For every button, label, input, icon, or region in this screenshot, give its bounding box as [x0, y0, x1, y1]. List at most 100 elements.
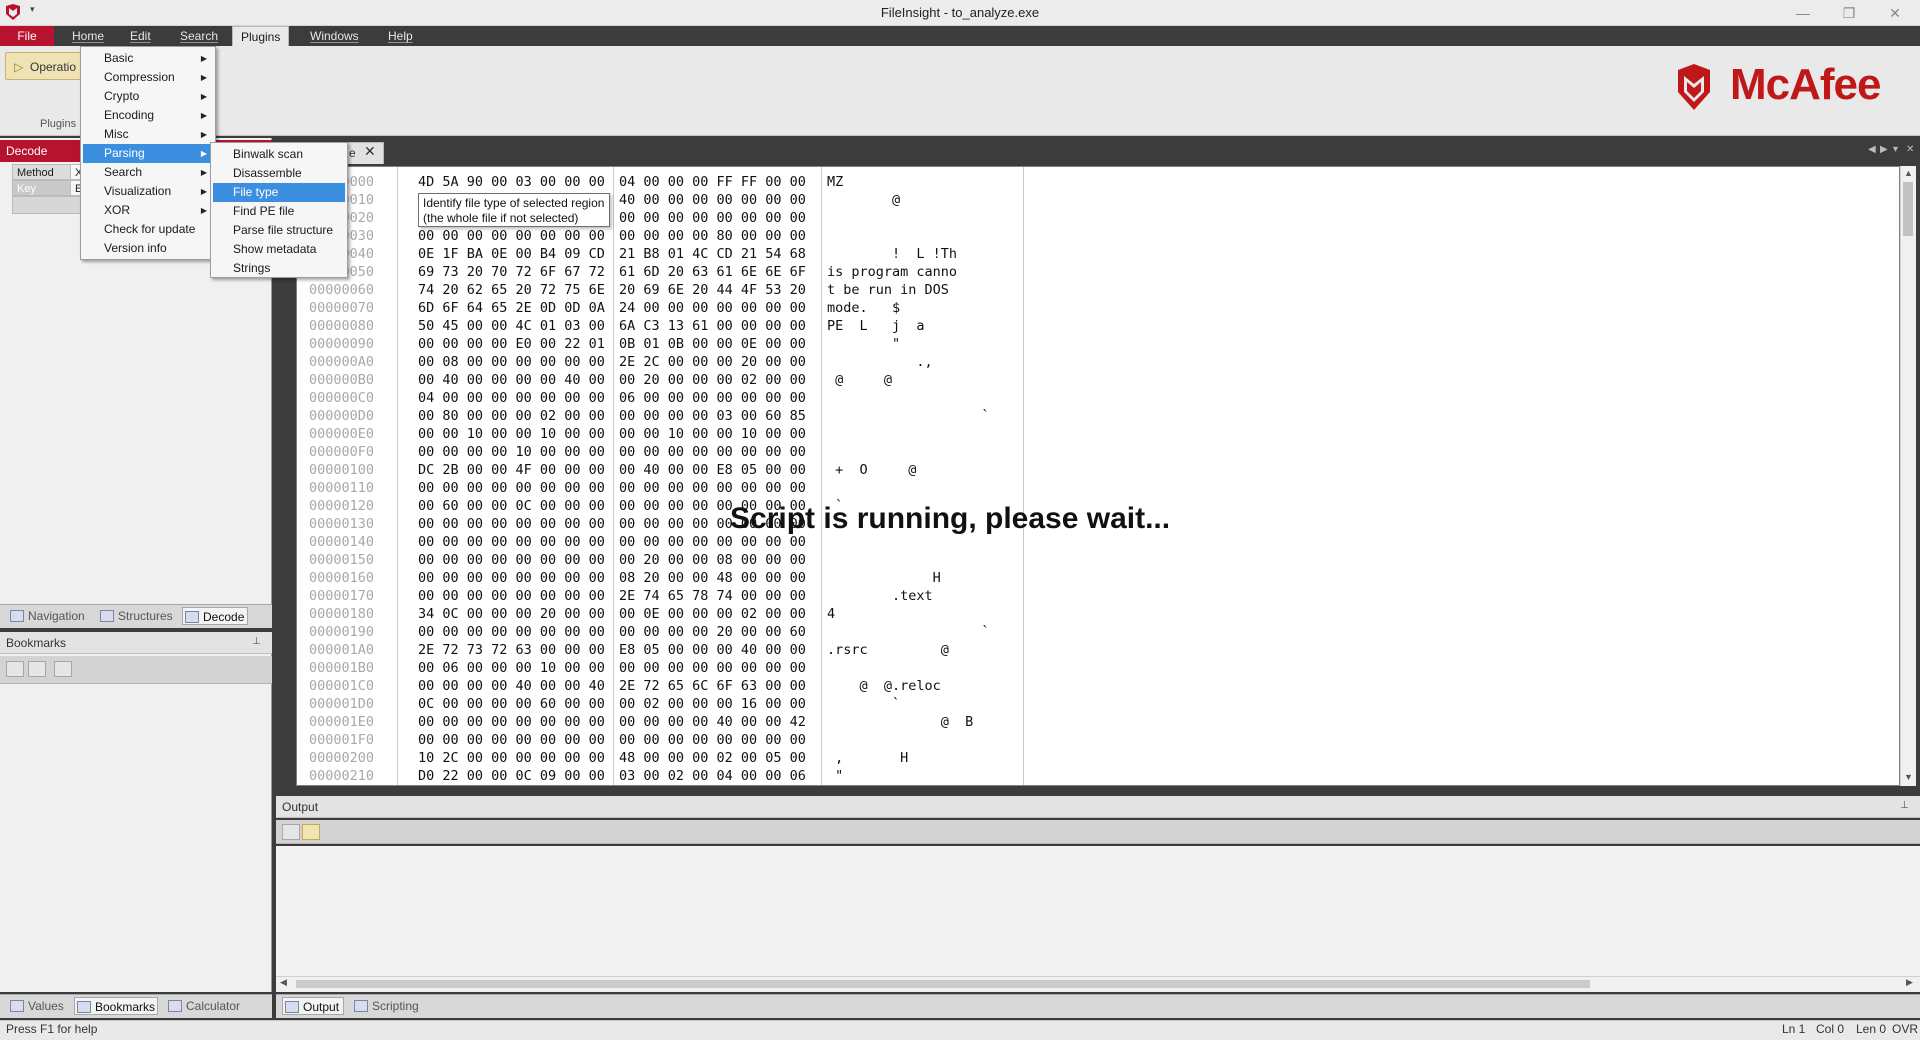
scroll-down-icon[interactable]: ▼: [1904, 772, 1913, 782]
close-tab-icon[interactable]: ✕: [364, 143, 376, 160]
parsing-menu-item-disassemble[interactable]: Disassemble: [213, 164, 345, 183]
hex-bytes-2: 00 40 00 00 E8 05 00 00: [619, 462, 806, 478]
parsing-menu-item-show-metadata[interactable]: Show metadata: [213, 240, 345, 259]
hex-row[interactable]: 00000060 74 20 62 65 20 72 75 6E 20 69 6E …: [297, 281, 1497, 299]
hex-row[interactable]: 000001A0 2E 72 73 72 63 00 00 00 E8 05 00 …: [297, 641, 1497, 659]
hex-row[interactable]: 000000400E 1F BA 0E 00 B4 09 CD21 B8 01 …: [297, 245, 1497, 263]
hex-view[interactable]: 000000004D 5A 90 00 03 00 00 0004 00 00 …: [296, 166, 1900, 786]
close-document-icon[interactable]: ✕: [1906, 144, 1914, 155]
tab-calculator[interactable]: Calculator: [166, 997, 252, 1015]
hex-row[interactable]: 00000170 00 00 00 00 00 00 00 00 2E 74 65 …: [297, 587, 1497, 605]
hex-row[interactable]: 0000005069 73 20 70 72 6F 67 7261 6D 20 …: [297, 263, 1497, 281]
hex-row[interactable]: 00000160 00 00 00 00 00 00 00 00 08 20 00 …: [297, 569, 1497, 587]
plugins-menu-item-crypto[interactable]: Crypto ▶: [83, 87, 213, 106]
hex-row[interactable]: 00000070 6D 6F 64 65 2E 0D 0D 0A 24 00 00 …: [297, 299, 1497, 317]
hex-row[interactable]: 000000B0 00 40 00 00 00 00 40 00 00 20 00 …: [297, 371, 1497, 389]
parsing-menu-item-find-pe-file[interactable]: Find PE file: [213, 202, 345, 221]
scroll-right-icon[interactable]: ▶: [1906, 977, 1913, 988]
close-button[interactable]: ✕: [1872, 0, 1918, 26]
find-bookmark-icon[interactable]: [54, 661, 72, 677]
output-text-area[interactable]: [276, 846, 1920, 976]
plugins-menu-item-basic[interactable]: Basic ▶: [83, 49, 213, 68]
scrollbar-thumb[interactable]: [1903, 182, 1913, 236]
plugins-menu-item-encoding[interactable]: Encoding ▶: [83, 106, 213, 125]
tab-values[interactable]: Values: [8, 997, 72, 1015]
hex-row[interactable]: 000000004D 5A 90 00 03 00 00 0004 00 00 …: [297, 173, 1497, 191]
hex-row[interactable]: 00000090 00 00 00 00 E0 00 22 01 0B 01 0B …: [297, 335, 1497, 353]
hex-row[interactable]: 00000220 00 00 00 00 00 00 00 00 00 00 00 …: [297, 785, 1497, 786]
operations-button[interactable]: ▷ Operatio: [5, 52, 83, 80]
hex-row[interactable]: 00000190 00 00 00 00 00 00 00 00 00 00 00 …: [297, 623, 1497, 641]
tab-scroll-left-icon[interactable]: ◀: [1868, 144, 1876, 155]
hex-row[interactable]: 00000200 10 2C 00 00 00 00 00 00 48 00 00 …: [297, 749, 1497, 767]
values-icon: [10, 1000, 24, 1012]
plugins-menu-item-compression[interactable]: Compression ▶: [83, 68, 213, 87]
tab-scripting[interactable]: Scripting: [352, 997, 432, 1015]
hex-row[interactable]: 00000080 50 45 00 00 4C 01 03 00 6A C3 13 …: [297, 317, 1497, 335]
output-pin-icon[interactable]: ⊥: [1900, 800, 1909, 811]
hex-row[interactable]: 00000110 00 00 00 00 00 00 00 00 00 00 00 …: [297, 479, 1497, 497]
status-mode: OVR: [1892, 1022, 1919, 1036]
output-scroll-thumb[interactable]: [296, 980, 1590, 988]
save-output-icon[interactable]: [282, 824, 300, 840]
hex-row[interactable]: 000000F0 00 00 00 00 10 00 00 00 00 00 00 …: [297, 443, 1497, 461]
hex-row[interactable]: 000000C0 04 00 00 00 00 00 00 00 06 00 00 …: [297, 389, 1497, 407]
minimize-button[interactable]: —: [1780, 0, 1826, 26]
hex-bytes-2: 40 00 00 00 00 00 00 00: [619, 192, 806, 208]
hex-offset: 000000F0: [309, 444, 375, 460]
scroll-up-icon[interactable]: ▲: [1904, 168, 1913, 178]
hex-bytes-1: 04 00 00 00 00 00 00 00: [418, 390, 605, 406]
hex-row[interactable]: 000001B0 00 06 00 00 00 10 00 00 00 00 00 …: [297, 659, 1497, 677]
hex-row[interactable]: 000000A0 00 08 00 00 00 00 00 00 2E 2C 00 …: [297, 353, 1497, 371]
hex-row[interactable]: 000000E0 00 00 10 00 00 10 00 00 00 00 10 …: [297, 425, 1497, 443]
parsing-menu-item-binwalk-scan[interactable]: Binwalk scan: [213, 145, 345, 164]
hex-row[interactable]: 0000003000 00 00 00 00 00 00 0000 00 00 …: [297, 227, 1497, 245]
menu-file[interactable]: File: [0, 26, 54, 46]
parsing-menu-item-strings[interactable]: Strings: [213, 259, 345, 278]
plugins-menu-item-check-for-update[interactable]: Check for update: [83, 220, 213, 239]
hex-row[interactable]: 00000210 D0 22 00 00 0C 09 00 00 03 00 02 …: [297, 767, 1497, 785]
hex-row[interactable]: 000000D0 00 80 00 00 00 02 00 00 00 00 00 …: [297, 407, 1497, 425]
hex-bytes-2: 00 00 00 00 03 00 60 85: [619, 408, 806, 424]
hex-row[interactable]: 00000100 DC 2B 00 00 4F 00 00 00 00 40 00 …: [297, 461, 1497, 479]
plugins-menu-item-visualization[interactable]: Visualization ▶: [83, 182, 213, 201]
plugins-menu-item-version-info[interactable]: Version info: [83, 239, 213, 258]
hex-vertical-scrollbar[interactable]: [1900, 166, 1916, 786]
hex-row[interactable]: 00000180 34 0C 00 00 00 20 00 00 00 0E 00 …: [297, 605, 1497, 623]
tab-structures[interactable]: Structures: [98, 607, 178, 625]
plugins-menu-item-parsing[interactable]: Parsing ▶: [83, 144, 213, 163]
tab-scroll-right-icon[interactable]: ▶: [1880, 144, 1888, 155]
menu-search[interactable]: Search: [172, 26, 226, 46]
menu-home[interactable]: Home: [64, 26, 112, 46]
tab-navigation[interactable]: Navigation: [8, 607, 92, 625]
hex-bytes-1: 00 00 00 00 00 00 00 00: [418, 228, 605, 244]
hex-row[interactable]: 00000150 00 00 00 00 00 00 00 00 00 20 00 …: [297, 551, 1497, 569]
menu-item-label: Version info: [104, 241, 167, 255]
hex-row[interactable]: 000001C0 00 00 00 00 40 00 00 40 2E 72 65 …: [297, 677, 1497, 695]
pin-icon[interactable]: ⊥: [252, 636, 261, 647]
hex-bytes-1: 00 00 00 00 00 00 00 00: [418, 552, 605, 568]
menu-plugins[interactable]: Plugins: [232, 26, 290, 46]
ascii-text: PE L j a: [827, 318, 925, 334]
menu-help[interactable]: Help: [380, 26, 421, 46]
scroll-left-icon[interactable]: ◀: [280, 977, 287, 988]
hex-row[interactable]: 000001E0 00 00 00 00 00 00 00 00 00 00 00 …: [297, 713, 1497, 731]
edit-bookmark-icon[interactable]: [6, 661, 24, 677]
menu-windows[interactable]: Windows: [302, 26, 367, 46]
restore-button[interactable]: ❐: [1826, 0, 1872, 26]
hex-row[interactable]: 000001F0 00 00 00 00 00 00 00 00 00 00 00 …: [297, 731, 1497, 749]
hex-row[interactable]: 000001D0 0C 00 00 00 00 60 00 00 00 02 00 …: [297, 695, 1497, 713]
tab-bookmarks[interactable]: Bookmarks: [74, 997, 158, 1015]
tab-list-icon[interactable]: ▾: [1893, 144, 1898, 155]
tab-output[interactable]: Output: [282, 997, 344, 1015]
menu-edit[interactable]: Edit: [122, 26, 159, 46]
plugins-menu-item-misc[interactable]: Misc ▶: [83, 125, 213, 144]
delete-bookmark-icon[interactable]: [28, 661, 46, 677]
tab-decode[interactable]: Decode: [182, 607, 248, 625]
parsing-menu-item-parse-file-structure[interactable]: Parse file structure: [213, 221, 345, 240]
parsing-menu-item-file-type[interactable]: File type: [213, 183, 345, 202]
clear-output-icon[interactable]: [302, 824, 320, 840]
hex-offset: 000000A0: [309, 354, 375, 370]
plugins-menu-item-search[interactable]: Search ▶: [83, 163, 213, 182]
plugins-menu-item-xor[interactable]: XOR ▶: [83, 201, 213, 220]
